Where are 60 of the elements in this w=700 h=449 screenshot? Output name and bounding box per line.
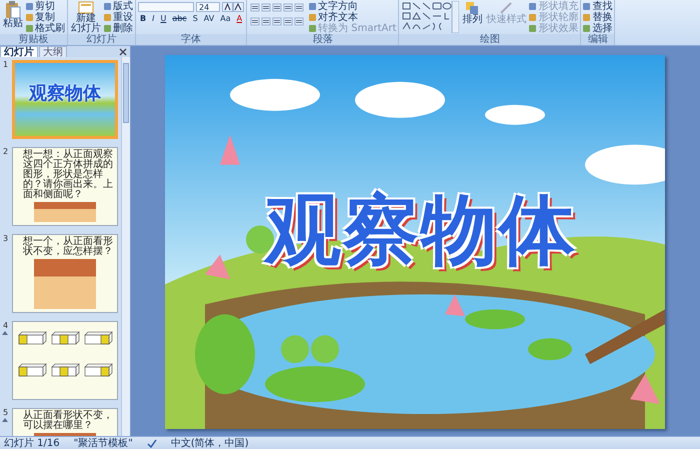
font-size-icon[interactable] xyxy=(222,2,244,12)
ribbon-command[interactable]: 文字方向 xyxy=(309,1,396,12)
slide-number: 5 xyxy=(2,408,8,417)
thumbnail-title: 观察物体 xyxy=(29,82,101,105)
paste-button[interactable]: 粘贴 xyxy=(2,1,24,29)
pane-tab[interactable]: 幻灯片 xyxy=(0,46,38,57)
spell-check-icon[interactable] xyxy=(146,438,157,448)
format-button[interactable]: U xyxy=(158,14,168,24)
slide-thumbnail[interactable]: 观察物体 xyxy=(12,60,118,139)
format-button[interactable]: S xyxy=(190,14,200,24)
slide-number: 3 xyxy=(2,234,8,243)
slide-thumbnail[interactable]: 想一想：从正面观察这四个正方体拼成的图形，形状是怎样的？请你画出来。上面和侧面呢？ xyxy=(12,147,118,226)
format-button[interactable]: abc xyxy=(170,14,189,24)
close-icon[interactable] xyxy=(119,48,127,56)
photo-placeholder xyxy=(34,259,96,309)
group-label: 编辑 xyxy=(581,34,614,45)
ribbon-command[interactable]: 剪切 xyxy=(26,1,65,12)
group-label: 段落 xyxy=(247,34,398,45)
font-size-field[interactable]: 24 xyxy=(196,2,220,12)
slide-number: 1 xyxy=(2,60,8,69)
format-button[interactable]: B xyxy=(138,14,148,24)
slide-icon xyxy=(78,1,94,14)
slide-thumbnail[interactable] xyxy=(12,321,118,400)
ribbon-command[interactable]: 替换 xyxy=(583,12,612,23)
slide-number: 4 xyxy=(2,321,8,330)
thumbnail-text: 想一个，从正面看形状不变，应怎样摆？ xyxy=(22,235,114,257)
language-label: 中文(简体，中国) xyxy=(170,438,249,448)
scrollbar[interactable] xyxy=(121,57,130,436)
brush-icon xyxy=(499,1,514,15)
overlapping-squares-icon xyxy=(465,1,480,15)
pane-tab[interactable]: 大纲 xyxy=(39,46,67,57)
ribbon-command[interactable]: 重设 xyxy=(104,12,133,23)
new-slide-button[interactable]: 新建 幻灯片 xyxy=(70,1,102,34)
group-label: 字体 xyxy=(136,34,246,45)
font-name-field[interactable] xyxy=(138,2,194,12)
group-label: 幻灯片 xyxy=(68,34,135,45)
ribbon-command[interactable]: 删除 xyxy=(104,23,133,34)
thumbnail-text: 想一想：从正面观察这四个正方体拼成的图形，形状是怎样的？请你画出来。上面和侧面呢？ xyxy=(22,148,114,200)
group-label: 绘图 xyxy=(399,34,580,45)
format-button[interactable]: AV xyxy=(202,14,216,24)
photo-placeholder xyxy=(34,202,96,222)
arrange-button[interactable]: 排列 xyxy=(461,1,484,25)
ribbon-command[interactable]: 版式 xyxy=(104,1,133,12)
ribbon-command[interactable]: 对齐文本 xyxy=(309,12,396,23)
ribbon-command[interactable]: 复制 xyxy=(26,12,65,23)
ribbon-command[interactable]: 查找 xyxy=(583,1,612,12)
format-button[interactable]: I xyxy=(150,14,156,24)
group-label: 剪贴板 xyxy=(0,34,67,45)
format-button[interactable]: Aa xyxy=(218,14,233,24)
slide-thumbnail[interactable]: 想一个，从正面看形状不变，应怎样摆？ xyxy=(12,234,118,313)
slide-number: 2 xyxy=(2,147,8,156)
clipboard-icon xyxy=(5,1,21,19)
thumbnail-text: 从正面看形状不变，可以摆在哪里？ xyxy=(22,409,114,431)
format-button[interactable]: A xyxy=(234,14,244,24)
ribbon-command[interactable]: 选择 xyxy=(583,23,612,34)
ribbon-command[interactable]: 格式刷 xyxy=(26,23,65,34)
slide-thumbnail[interactable]: 从正面看形状不变，可以摆在哪里？ xyxy=(12,408,118,436)
theme-name: "聚活节模板" xyxy=(74,438,133,448)
slide-counter: 幻灯片 1/16 xyxy=(4,438,60,448)
shapes-gallery-icon[interactable] xyxy=(401,1,460,33)
